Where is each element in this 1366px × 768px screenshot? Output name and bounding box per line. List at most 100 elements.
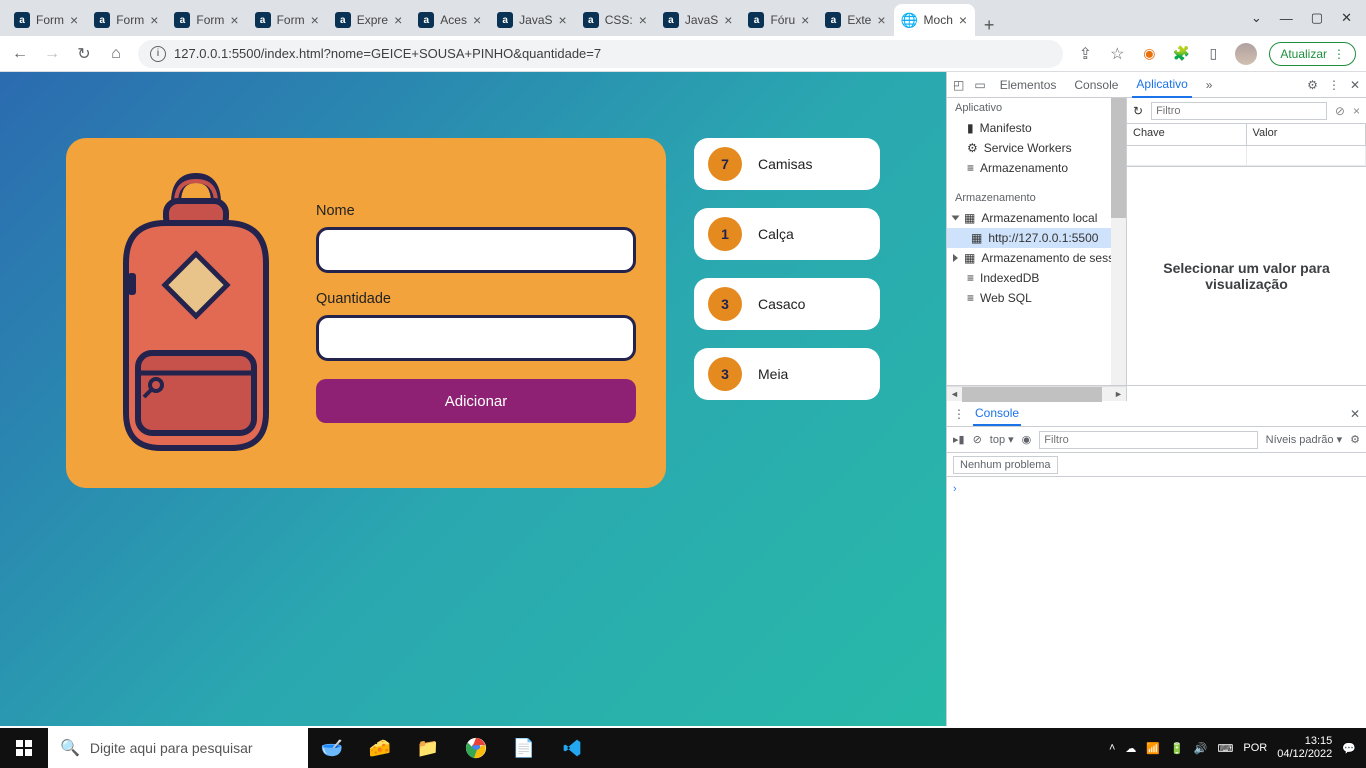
gear-icon[interactable]: ⚙ <box>1350 433 1360 446</box>
close-window-icon[interactable]: ✕ <box>1341 10 1352 26</box>
close-icon[interactable]: ✕ <box>1350 78 1360 92</box>
language-indicator[interactable]: POR <box>1243 742 1267 754</box>
console-body[interactable]: › <box>947 477 1366 726</box>
more-tabs-icon[interactable]: » <box>1202 73 1217 97</box>
browser-tab[interactable]: aFóru× <box>740 4 817 36</box>
close-icon[interactable]: × <box>801 12 809 28</box>
close-icon[interactable]: × <box>311 12 319 28</box>
keyboard-icon[interactable]: ⌨ <box>1218 742 1234 755</box>
tab-elements[interactable]: Elementos <box>996 73 1061 97</box>
close-icon[interactable]: × <box>724 12 732 28</box>
minimize-icon[interactable]: — <box>1280 11 1293 26</box>
filter-input[interactable] <box>1151 102 1327 120</box>
home-icon[interactable]: ⌂ <box>106 45 126 63</box>
sidepanel-icon[interactable]: ▯ <box>1203 44 1223 64</box>
block-icon[interactable]: ⊘ <box>1335 104 1345 118</box>
notifications-icon[interactable]: 💬 <box>1342 742 1356 755</box>
close-icon[interactable]: × <box>959 12 967 28</box>
menu-dots-icon[interactable]: ⋮ <box>953 407 965 421</box>
scroll-left-icon[interactable]: ◄ <box>947 387 962 402</box>
chevron-up-icon[interactable]: ˄ <box>1109 742 1115 754</box>
close-icon[interactable]: × <box>394 12 402 28</box>
back-icon[interactable]: ← <box>10 45 30 63</box>
taskbar-app-docs[interactable]: 📄 <box>500 728 548 768</box>
star-icon[interactable]: ☆ <box>1107 44 1127 64</box>
wifi-icon[interactable]: 📶 <box>1146 742 1160 755</box>
taskbar-app-vscode[interactable] <box>548 728 596 768</box>
info-icon[interactable]: i <box>150 46 166 62</box>
name-input[interactable] <box>316 227 636 273</box>
block-icon[interactable]: ⊘ <box>973 433 982 446</box>
browser-tab[interactable]: aExte× <box>817 4 893 36</box>
sidebar-item-storage[interactable]: ≡Armazenamento <box>947 158 1126 178</box>
extension-icon[interactable]: ◉ <box>1139 44 1159 64</box>
context-selector[interactable]: top ▾ <box>990 433 1014 446</box>
browser-tab[interactable]: aForm× <box>166 4 246 36</box>
clock[interactable]: 13:15 04/12/2022 <box>1277 735 1332 761</box>
no-issues-badge[interactable]: Nenhum problema <box>953 456 1058 474</box>
sidebar-item-session-storage[interactable]: ▦Armazenamento de sessão <box>947 248 1126 268</box>
close-icon[interactable]: ✕ <box>1350 407 1360 421</box>
browser-tab[interactable]: aForm× <box>6 4 86 36</box>
browser-tab-active[interactable]: 🌐Moch× <box>894 4 976 36</box>
browser-tab[interactable]: aExpre× <box>327 4 411 36</box>
close-icon[interactable]: × <box>473 12 481 28</box>
log-levels-selector[interactable]: Níveis padrão ▾ <box>1266 433 1342 446</box>
column-key[interactable]: Chave <box>1127 124 1247 145</box>
maximize-icon[interactable]: ▢ <box>1311 10 1323 26</box>
sidebar-item-manifest[interactable]: ▮Manifesto <box>947 118 1126 138</box>
browser-tab[interactable]: aForm× <box>86 4 166 36</box>
browser-tab[interactable]: aJavaS× <box>655 4 741 36</box>
browser-tab[interactable]: aAces× <box>410 4 489 36</box>
browser-tab[interactable]: aJavaS× <box>489 4 575 36</box>
sidebar-item-indexeddb[interactable]: ≡IndexedDB <box>947 268 1126 288</box>
browser-tab[interactable]: aCSS:× <box>575 4 655 36</box>
inspect-icon[interactable]: ◰ <box>953 78 964 92</box>
close-icon[interactable]: × <box>150 12 158 28</box>
close-icon[interactable]: × <box>1353 104 1360 118</box>
scrollbar-thumb[interactable] <box>1111 98 1126 218</box>
new-tab-button[interactable]: + <box>975 15 1003 36</box>
extensions-icon[interactable]: 🧩 <box>1171 44 1191 64</box>
scroll-right-icon[interactable]: ► <box>1111 387 1126 402</box>
taskbar-app-chrome[interactable] <box>452 728 500 768</box>
sidebar-item-service-workers[interactable]: ⚙Service Workers <box>947 138 1126 158</box>
taskbar-search[interactable]: 🔍 Digite aqui para pesquisar <box>48 728 308 768</box>
device-icon[interactable]: ▭ <box>974 78 985 92</box>
start-button[interactable] <box>0 728 48 768</box>
h-scrollbar[interactable]: ◄ ► <box>947 386 1127 401</box>
column-value[interactable]: Valor <box>1247 124 1366 145</box>
tab-console[interactable]: Console <box>973 402 1021 426</box>
taskbar-app-cheese[interactable]: 🧀 <box>356 728 404 768</box>
close-icon[interactable]: × <box>639 12 647 28</box>
share-icon[interactable]: ⇪ <box>1075 44 1095 64</box>
scrollbar-thumb[interactable] <box>962 387 1102 402</box>
avatar[interactable] <box>1235 43 1257 65</box>
close-icon[interactable]: × <box>559 12 567 28</box>
update-button[interactable]: Atualizar⋮ <box>1269 42 1356 66</box>
scrollbar[interactable] <box>1111 98 1126 385</box>
close-icon[interactable]: × <box>877 12 885 28</box>
gear-icon[interactable]: ⚙ <box>1307 78 1318 92</box>
sidebar-item-websql[interactable]: ≡Web SQL <box>947 288 1126 308</box>
taskbar-app-bowl[interactable]: 🥣 <box>308 728 356 768</box>
omnibox[interactable]: i 127.0.0.1:5500/index.html?nome=GEICE+S… <box>138 40 1063 68</box>
taskbar-app-explorer[interactable]: 📁 <box>404 728 452 768</box>
close-icon[interactable]: × <box>70 12 78 28</box>
browser-tab[interactable]: aForm× <box>247 4 327 36</box>
sidebar-item-local-storage[interactable]: ▦Armazenamento local <box>947 208 1126 228</box>
quantity-input[interactable] <box>316 315 636 361</box>
tab-console[interactable]: Console <box>1070 73 1122 97</box>
reload-icon[interactable]: ↻ <box>1133 104 1143 118</box>
sidebar-item-local-storage-origin[interactable]: ▦http://127.0.0.1:5500 <box>947 228 1126 248</box>
cloud-icon[interactable]: ☁ <box>1125 742 1136 755</box>
eye-icon[interactable]: ◉ <box>1022 433 1032 446</box>
sidebar-toggle-icon[interactable]: ▸▮ <box>953 433 965 446</box>
tab-application[interactable]: Aplicativo <box>1132 72 1191 98</box>
add-button[interactable]: Adicionar <box>316 379 636 423</box>
forward-icon[interactable]: → <box>42 45 62 63</box>
volume-icon[interactable]: 🔊 <box>1194 742 1208 755</box>
reload-icon[interactable]: ↻ <box>74 44 94 64</box>
battery-icon[interactable]: 🔋 <box>1170 742 1184 755</box>
close-icon[interactable]: × <box>230 12 238 28</box>
